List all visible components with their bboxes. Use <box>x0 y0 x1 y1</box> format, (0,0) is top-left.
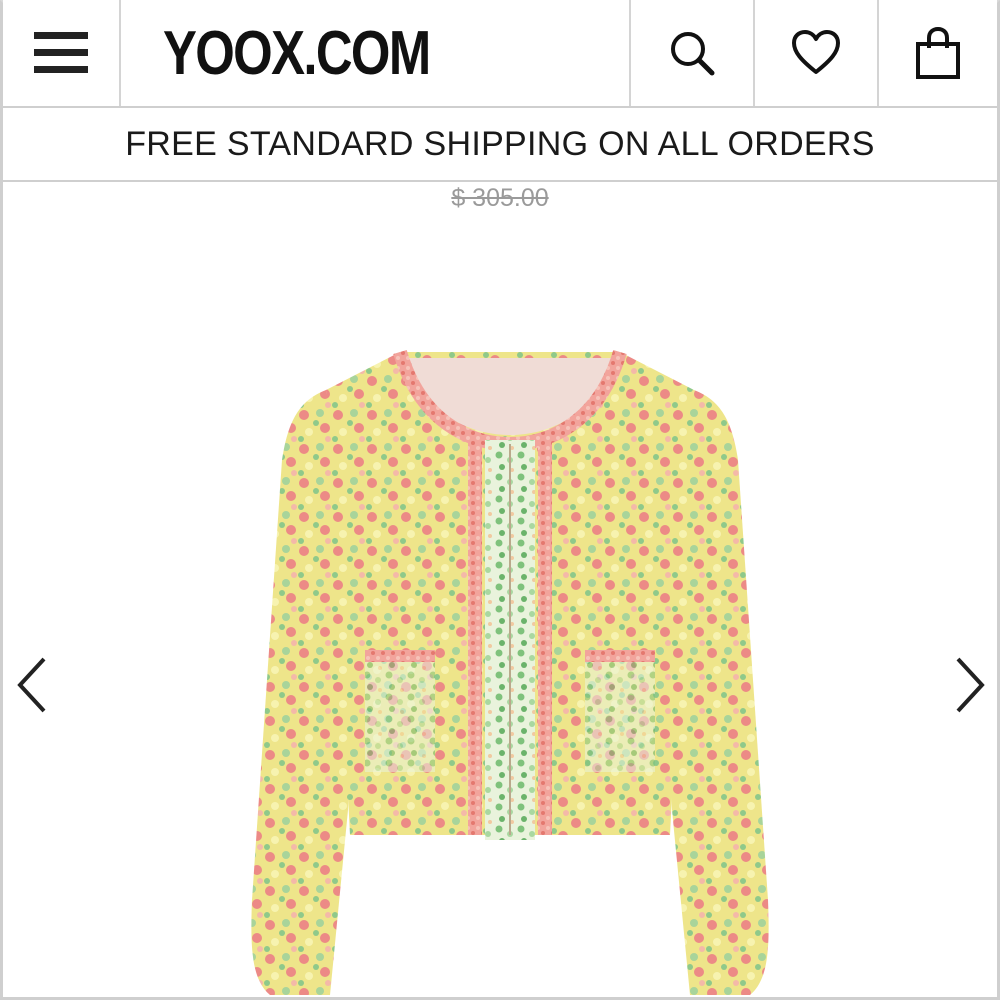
search-icon <box>671 32 715 76</box>
wishlist-button[interactable] <box>755 0 879 106</box>
search-button[interactable] <box>631 0 755 106</box>
menu-button[interactable] <box>3 0 121 106</box>
shopping-bag-button[interactable] <box>879 0 997 106</box>
product-image[interactable] <box>230 340 790 1000</box>
chevron-right-icon <box>956 657 985 713</box>
original-price: $ 305.00 <box>451 184 549 212</box>
hamburger-menu-icon <box>34 32 88 73</box>
heart-icon <box>792 30 840 74</box>
top-header: YOOX.COM <box>3 0 997 108</box>
carousel-next-button[interactable] <box>940 650 1000 720</box>
chevron-left-icon <box>17 657 46 713</box>
shopping-bag-icon <box>916 26 960 79</box>
carousel-prev-button[interactable] <box>2 650 62 720</box>
shipping-banner-text: FREE STANDARD SHIPPING ON ALL ORDERS <box>125 124 875 163</box>
shipping-banner: FREE STANDARD SHIPPING ON ALL ORDERS <box>3 108 997 182</box>
logo-link[interactable]: YOOX.COM <box>121 0 631 106</box>
site-logo: YOOX.COM <box>163 18 431 88</box>
